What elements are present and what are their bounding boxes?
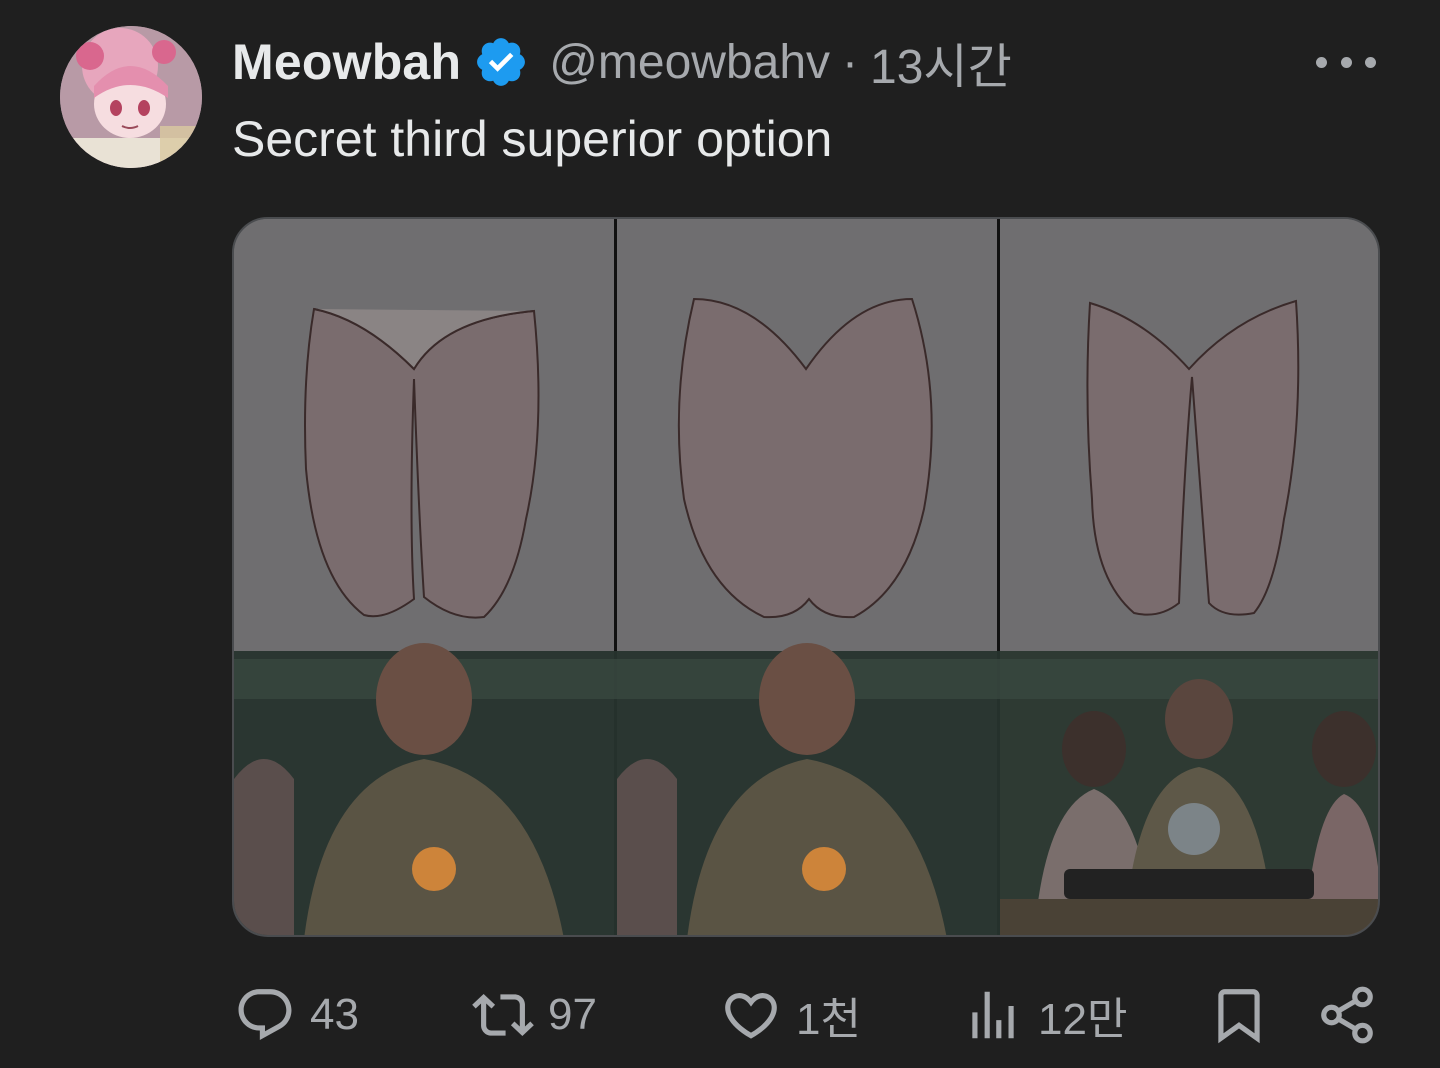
like-count: 1천 (796, 995, 861, 1044)
bookmark-button[interactable] (1208, 980, 1270, 1050)
bookmark-icon (1218, 989, 1260, 1044)
thigh-drawing-1 (304, 307, 540, 619)
reply-count: 43 (310, 990, 359, 1039)
post-time[interactable]: 13시간 (870, 27, 1012, 97)
repost-icon (472, 994, 534, 1036)
author-handle[interactable]: @meowbahv (549, 35, 830, 90)
views-button[interactable]: 12만 (962, 980, 1127, 1050)
reply-button[interactable]: 43 (234, 980, 359, 1050)
man-heartburn-still (234, 643, 1378, 935)
tweet: Meowbah @meowbahv · 13시간 Secret third su… (0, 0, 1440, 1068)
tweet-actions: 43 97 1천 12만 (232, 980, 1380, 1050)
anime-avatar-icon (60, 26, 202, 168)
share-icon (1321, 986, 1373, 1044)
meme-image (234, 219, 1378, 935)
tweet-media[interactable] (232, 217, 1380, 937)
views-chart-icon (972, 991, 1014, 1039)
separator-dot: · (842, 35, 859, 89)
display-name[interactable]: Meowbah (232, 33, 461, 91)
more-options-icon[interactable] (1316, 44, 1376, 80)
heart-icon (725, 993, 777, 1039)
avatar[interactable] (60, 26, 202, 168)
repost-count: 97 (548, 990, 597, 1039)
repost-button[interactable]: 97 (472, 980, 597, 1050)
reply-icon (238, 989, 292, 1041)
tweet-header: Meowbah @meowbahv · 13시간 (232, 30, 1012, 94)
views-count: 12만 (1038, 995, 1128, 1044)
tweet-text: Secret third superior option (232, 111, 833, 167)
share-button[interactable] (1316, 980, 1378, 1050)
verified-badge-icon[interactable] (473, 34, 529, 90)
like-button[interactable]: 1천 (720, 980, 861, 1050)
